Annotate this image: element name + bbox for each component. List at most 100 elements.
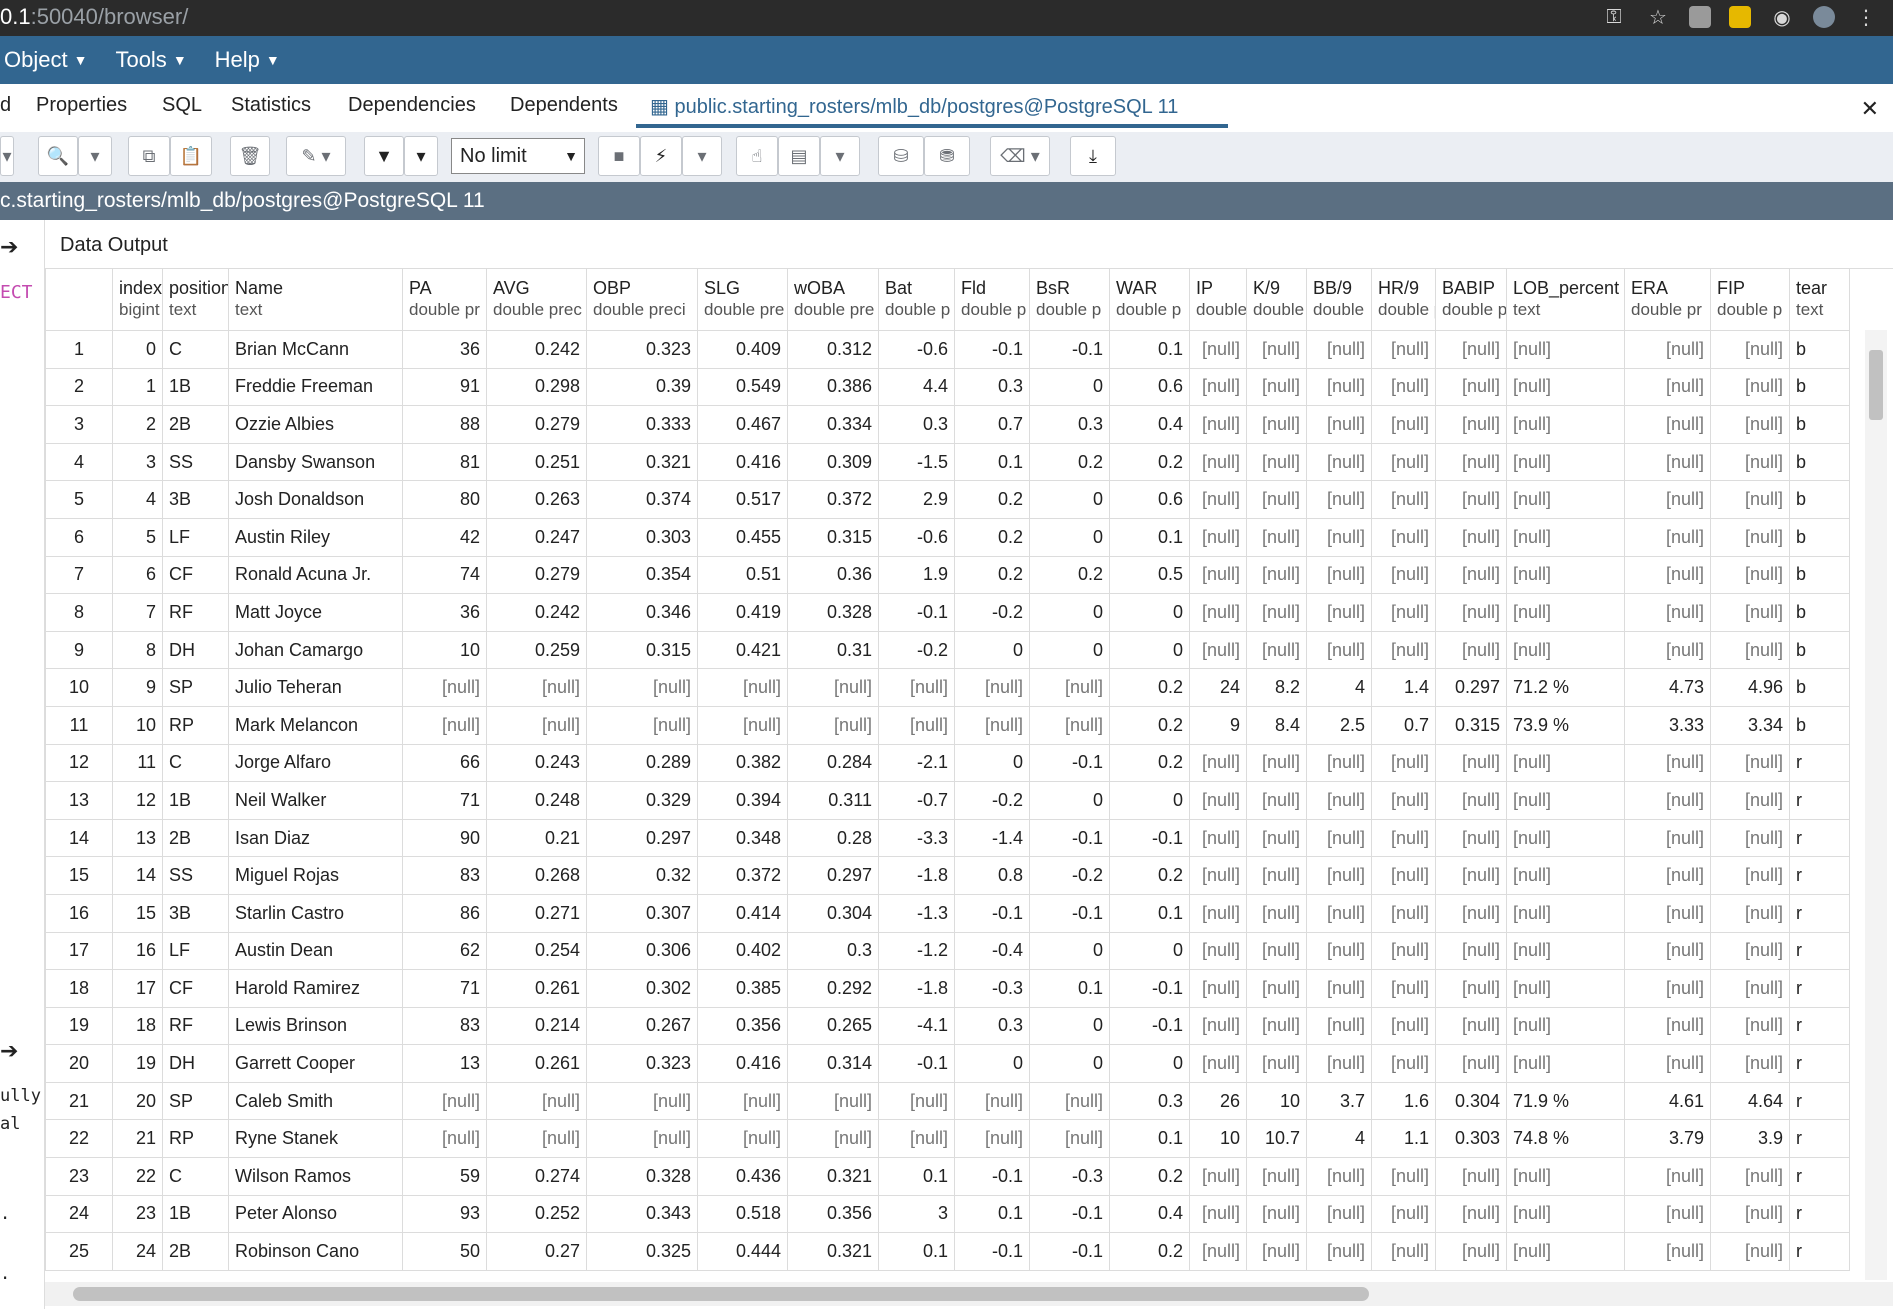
table-cell[interactable]: [null] <box>878 1081 955 1121</box>
table-cell[interactable]: [null] <box>1710 743 1790 783</box>
table-cell[interactable]: 0.2 <box>1109 705 1190 745</box>
table-cell[interactable]: 74 <box>402 555 487 595</box>
table-cell[interactable]: Starlin Castro <box>228 893 403 933</box>
table-cell[interactable]: 0.289 <box>586 743 698 783</box>
table-cell[interactable]: 1B <box>162 781 229 820</box>
table-cell[interactable]: b <box>1789 405 1850 444</box>
table-cell[interactable]: [null] <box>787 1081 879 1121</box>
table-cell[interactable]: 10 <box>1246 1081 1307 1121</box>
table-cell[interactable]: 0.243 <box>486 743 587 783</box>
table-row[interactable]: 9 8 DH Johan Camargo 10 0.259 0.315 0.421 0.31 -0… <box>45 630 1850 670</box>
table-cell[interactable]: [null] <box>1435 480 1507 519</box>
table-cell[interactable]: b <box>1789 668 1850 707</box>
table-cell[interactable]: b <box>1789 367 1850 407</box>
table-cell[interactable]: 62 <box>402 931 487 971</box>
table-cell[interactable]: 71 <box>402 781 487 820</box>
tab-dashboard-partial[interactable]: d <box>0 94 11 117</box>
table-cell[interactable]: 50 <box>402 1232 487 1271</box>
table-cell[interactable]: 0.4 <box>1109 405 1190 444</box>
table-cell[interactable]: [null] <box>1371 969 1436 1008</box>
table-cell[interactable]: [null] <box>1435 893 1507 933</box>
table-cell[interactable]: [null] <box>1189 480 1247 519</box>
table-cell[interactable]: [null] <box>1306 743 1372 783</box>
table-cell[interactable]: [null] <box>1506 781 1625 820</box>
table-row[interactable]: 5 4 3B Josh Donaldson 80 0.263 0.374 0.517 0.372… <box>45 480 1850 519</box>
horizontal-scrollbar[interactable] <box>45 1282 1893 1306</box>
table-cell[interactable]: 3.7 <box>1306 1081 1372 1121</box>
table-cell[interactable]: [null] <box>1710 1194 1790 1234</box>
vertical-scrollbar[interactable] <box>1865 330 1887 1280</box>
table-cell[interactable]: Ryne Stanek <box>228 1119 403 1159</box>
table-cell[interactable]: Peter Alonso <box>228 1194 403 1234</box>
table-cell[interactable]: [null] <box>1624 405 1711 444</box>
table-row[interactable]: 22 21 RP Ryne Stanek [null] [null] [null] [null… <box>45 1119 1850 1159</box>
clear-icon[interactable]: ⌫ ▾ <box>990 136 1050 176</box>
table-cell[interactable]: 21 <box>112 1119 163 1159</box>
tab-dependencies[interactable]: Dependencies <box>348 94 476 117</box>
table-cell[interactable]: 0.517 <box>697 480 788 519</box>
table-cell[interactable]: [null] <box>1371 1006 1436 1046</box>
table-row[interactable]: 19 18 RF Lewis Brinson 83 0.214 0.267 0.356 0.26… <box>45 1006 1850 1046</box>
table-cell[interactable]: 1.4 <box>1371 668 1436 707</box>
table-cell[interactable]: 0.333 <box>586 405 698 444</box>
table-cell[interactable]: [null] <box>1506 480 1625 519</box>
table-cell[interactable]: [null] <box>586 1081 698 1121</box>
table-cell[interactable]: 0.416 <box>697 1044 788 1083</box>
table-cell[interactable]: [null] <box>1371 1232 1436 1271</box>
table-cell[interactable]: 0.3 <box>1029 405 1110 444</box>
table-cell[interactable]: 7 <box>112 593 163 632</box>
table-cell[interactable]: 4 <box>1306 1119 1372 1159</box>
table-cell[interactable]: [null] <box>1306 1044 1372 1083</box>
table-cell[interactable]: [null] <box>1306 1157 1372 1196</box>
arrow-right-icon[interactable]: ➔ <box>0 1038 18 1064</box>
table-cell[interactable]: [null] <box>1435 330 1507 369</box>
table-row[interactable]: 18 17 CF Harold Ramirez 71 0.261 0.302 0.385 0.2… <box>45 969 1850 1008</box>
table-cell[interactable]: [null] <box>486 1119 587 1159</box>
table-cell[interactable]: Brian McCann <box>228 330 403 369</box>
table-cell[interactable]: [null] <box>1306 517 1372 557</box>
table-row[interactable]: 4 3 SS Dansby Swanson 81 0.251 0.321 0.416 0.309… <box>45 442 1850 482</box>
table-cell[interactable]: [null] <box>1506 442 1625 482</box>
table-cell[interactable]: 0.28 <box>787 818 879 858</box>
column-header[interactable]: BsR double p <box>1029 268 1110 331</box>
table-cell[interactable]: 0.1 <box>954 442 1030 482</box>
table-cell[interactable]: 0.321 <box>787 1232 879 1271</box>
table-cell[interactable]: 15 <box>112 893 163 933</box>
chevron-down-icon[interactable]: ▾ <box>820 136 860 176</box>
table-cell[interactable]: 0.242 <box>486 330 587 369</box>
table-cell[interactable]: CF <box>162 969 229 1008</box>
table-cell[interactable]: 0 <box>1109 781 1190 820</box>
scroll-thumb[interactable] <box>73 1287 1369 1301</box>
table-cell[interactable]: 91 <box>402 367 487 407</box>
table-cell[interactable]: 12 <box>112 781 163 820</box>
table-cell[interactable]: Josh Donaldson <box>228 480 403 519</box>
table-cell[interactable]: 0.518 <box>697 1194 788 1234</box>
table-cell[interactable]: 0.303 <box>1435 1119 1507 1159</box>
table-cell[interactable]: [null] <box>1710 1232 1790 1271</box>
table-cell[interactable]: 0.267 <box>586 1006 698 1046</box>
table-cell[interactable]: 0.27 <box>486 1232 587 1271</box>
column-header[interactable]: FIP double p <box>1710 268 1790 331</box>
table-cell[interactable]: Ronald Acuna Jr. <box>228 555 403 595</box>
table-cell[interactable]: 9 <box>112 668 163 707</box>
table-cell[interactable]: r <box>1789 893 1850 933</box>
table-cell[interactable]: [null] <box>1306 781 1372 820</box>
table-cell[interactable]: [null] <box>1189 969 1247 1008</box>
table-cell[interactable]: 2B <box>162 1232 229 1271</box>
table-cell[interactable]: [null] <box>1189 743 1247 783</box>
table-cell[interactable]: 8 <box>112 630 163 670</box>
table-cell[interactable]: 0.414 <box>697 893 788 933</box>
table-cell[interactable]: 1.9 <box>878 555 955 595</box>
arrow-right-icon[interactable]: ➔ <box>0 234 18 260</box>
column-header[interactable]: Fld double p <box>954 268 1030 331</box>
column-header[interactable]: Name text <box>228 268 403 331</box>
table-cell[interactable]: [null] <box>1306 442 1372 482</box>
table-cell[interactable]: r <box>1789 781 1850 820</box>
table-cell[interactable]: 0.21 <box>486 818 587 858</box>
table-cell[interactable]: [null] <box>1435 593 1507 632</box>
table-cell[interactable]: 0.374 <box>586 480 698 519</box>
table-cell[interactable]: -0.1 <box>954 1157 1030 1196</box>
menu-tools[interactable]: Tools ▼ <box>115 47 186 73</box>
table-cell[interactable]: 0.2 <box>1029 442 1110 482</box>
table-cell[interactable]: -1.2 <box>878 931 955 971</box>
